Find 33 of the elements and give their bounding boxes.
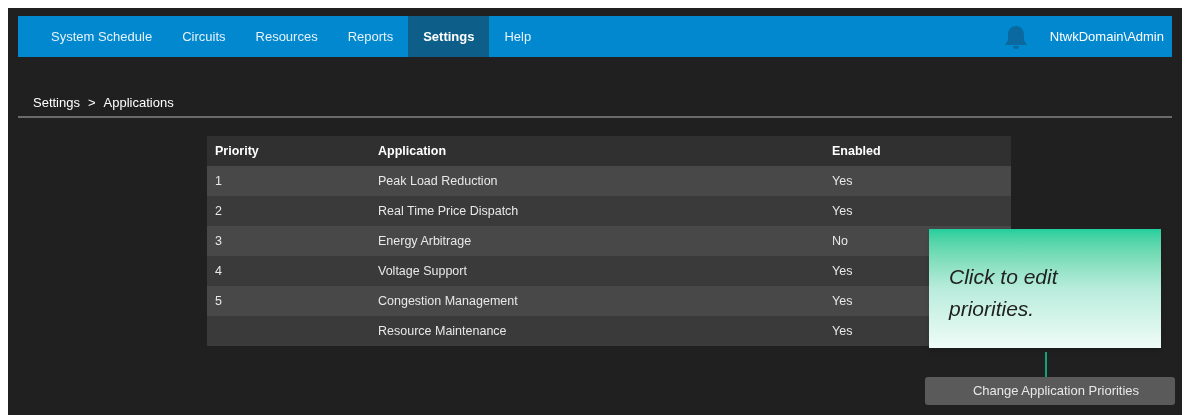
table-cell: Real Time Price Dispatch	[378, 203, 519, 218]
user-name[interactable]: NtwkDomain\Admin	[1049, 26, 1164, 47]
callout-text: Click to edit priorities.	[949, 264, 1060, 322]
nav-tab[interactable]: Resources	[240, 16, 333, 57]
table-cell: Yes	[832, 323, 853, 338]
table-cell: 3	[215, 233, 222, 248]
table-cell: 2	[215, 203, 222, 218]
table-cell: 5	[215, 293, 222, 308]
breadcrumb-link[interactable]: Settings	[33, 93, 80, 113]
leader-line	[1045, 352, 1047, 377]
nav-tab[interactable]: Reports	[332, 16, 409, 57]
nav-tab[interactable]: System Schedule	[36, 16, 168, 57]
table-cell: 4	[215, 263, 222, 278]
table-cell: 1	[215, 173, 222, 188]
column-header: Application	[378, 142, 448, 160]
table-cell: Yes	[832, 263, 853, 278]
nav-tab[interactable]: Circuits	[167, 16, 241, 57]
breadcrumb-separator: >	[88, 94, 96, 113]
nav-tab[interactable]: Settings	[408, 16, 490, 57]
table-cell: Voltage Support	[378, 263, 467, 278]
column-header: Enabled	[832, 142, 882, 160]
table-cell: Congestion Management	[378, 293, 518, 308]
change-priorities-button[interactable]: Change Application Priorities	[925, 377, 1175, 405]
table-cell: Peak Load Reduction	[378, 173, 498, 188]
table-cell: Yes	[832, 203, 853, 218]
table-cell: Resource Maintenance	[378, 323, 507, 338]
breadcrumb-current: Applications	[103, 94, 174, 113]
table-cell: No	[832, 233, 848, 248]
table-cell: Energy Arbitrage	[378, 233, 472, 248]
nav-tab[interactable]: Help	[489, 16, 547, 57]
table-cell: Yes	[832, 173, 853, 188]
column-header: Priority	[214, 142, 260, 160]
table-cell: Yes	[832, 293, 853, 308]
